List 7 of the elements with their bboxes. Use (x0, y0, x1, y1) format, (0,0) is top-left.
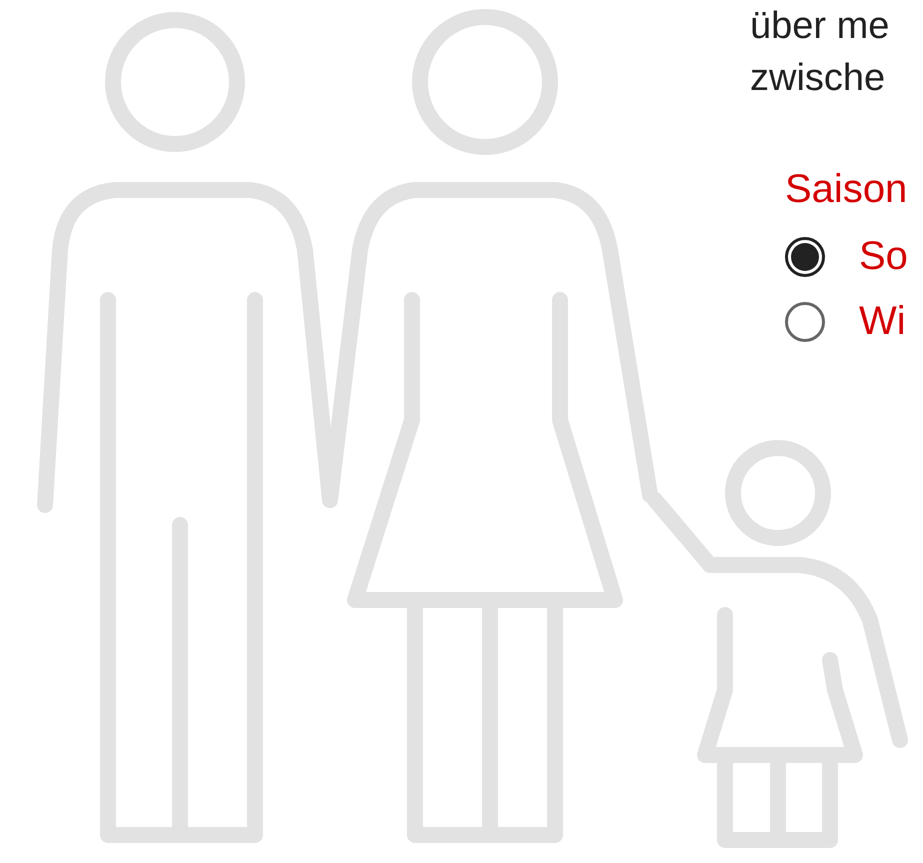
season-label: Saison (785, 166, 908, 213)
season-radio-option[interactable]: Wi (785, 299, 906, 344)
radio-button[interactable] (785, 302, 825, 342)
season-radio-option[interactable]: So (785, 234, 908, 279)
intro-text: über me (750, 4, 890, 49)
intro-text: zwische (750, 56, 886, 101)
radio-button[interactable] (785, 236, 825, 276)
